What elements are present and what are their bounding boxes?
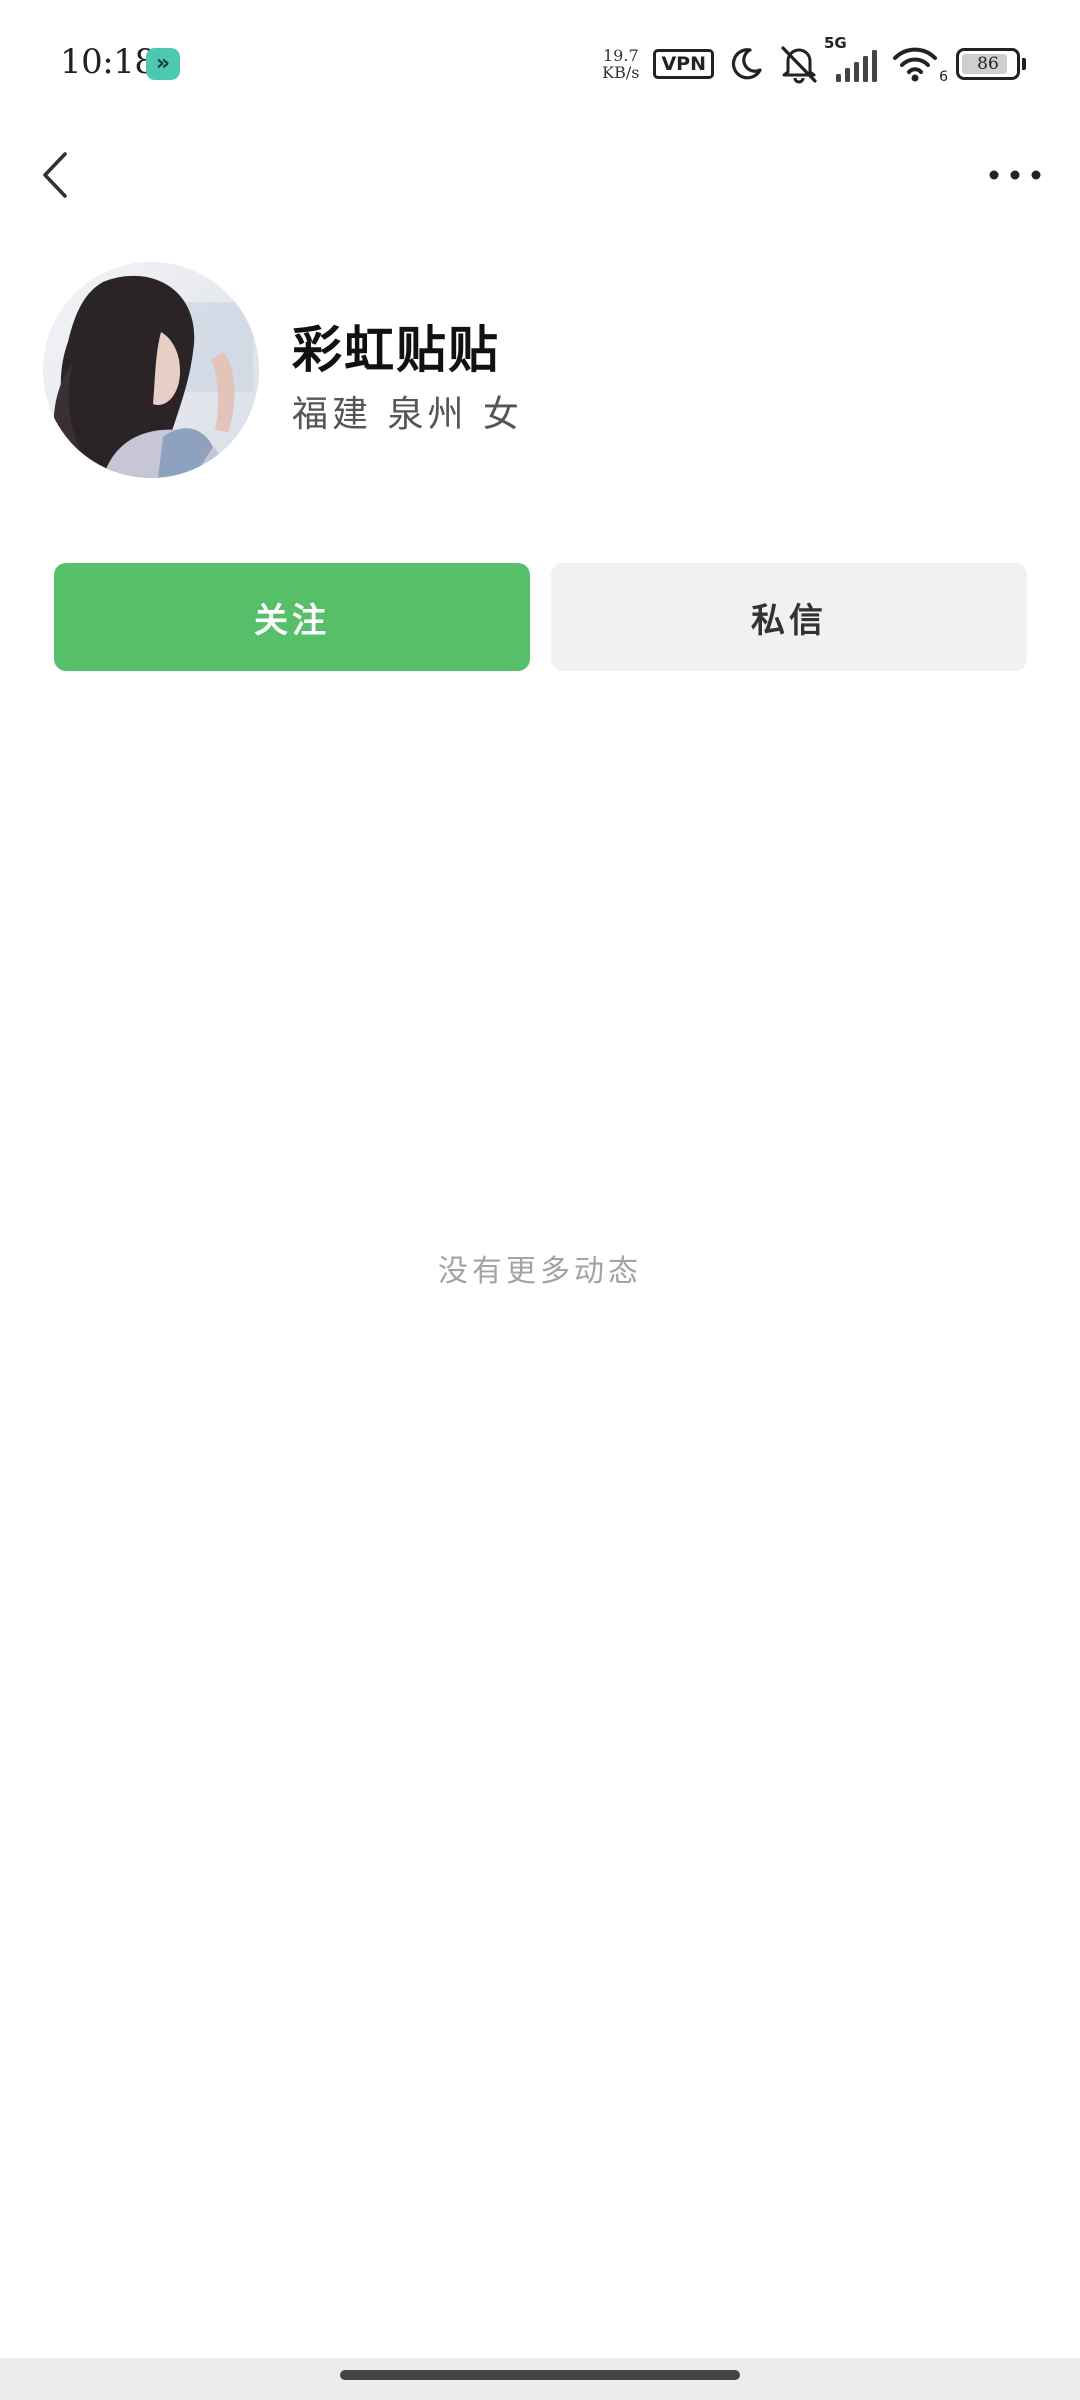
network-speed-unit: KB/s [602, 63, 640, 82]
wifi-label: 6 [939, 69, 948, 85]
home-indicator[interactable] [340, 2370, 740, 2380]
empty-feed-text: 没有更多动态 [438, 1254, 642, 1289]
status-time: 10:18 [60, 42, 156, 82]
avatar-image [43, 262, 259, 478]
mute-icon [778, 44, 820, 84]
profile-location: 福建 泉州 女 [292, 394, 523, 435]
battery-level: 86 [977, 54, 999, 74]
more-button[interactable] [980, 150, 1050, 200]
status-icons: 19.7 KB/s VPN 5G 6 86 [602, 34, 1026, 92]
status-bar: 10:18 » 19.7 KB/s VPN 5G 6 86 [0, 0, 1080, 130]
profile-name: 彩虹贴贴 [292, 320, 500, 379]
more-horizontal-icon [989, 170, 1041, 180]
wifi-icon: 6 [892, 45, 948, 85]
chevron-left-icon [43, 152, 67, 198]
app-shortcut-icon: » [146, 48, 180, 80]
battery-tip [1022, 58, 1026, 70]
vpn-icon: VPN [653, 49, 714, 79]
moon-icon [728, 46, 764, 82]
network-speed: 19.7 KB/s [602, 47, 639, 81]
back-button[interactable] [30, 140, 80, 210]
follow-button[interactable]: 关注 [54, 563, 530, 671]
battery-icon: 86 [956, 48, 1026, 80]
message-button[interactable]: 私信 [551, 563, 1027, 671]
avatar[interactable] [43, 262, 259, 478]
signal-icon: 5G [824, 34, 878, 84]
network-speed-value: 19.7 [603, 46, 639, 65]
